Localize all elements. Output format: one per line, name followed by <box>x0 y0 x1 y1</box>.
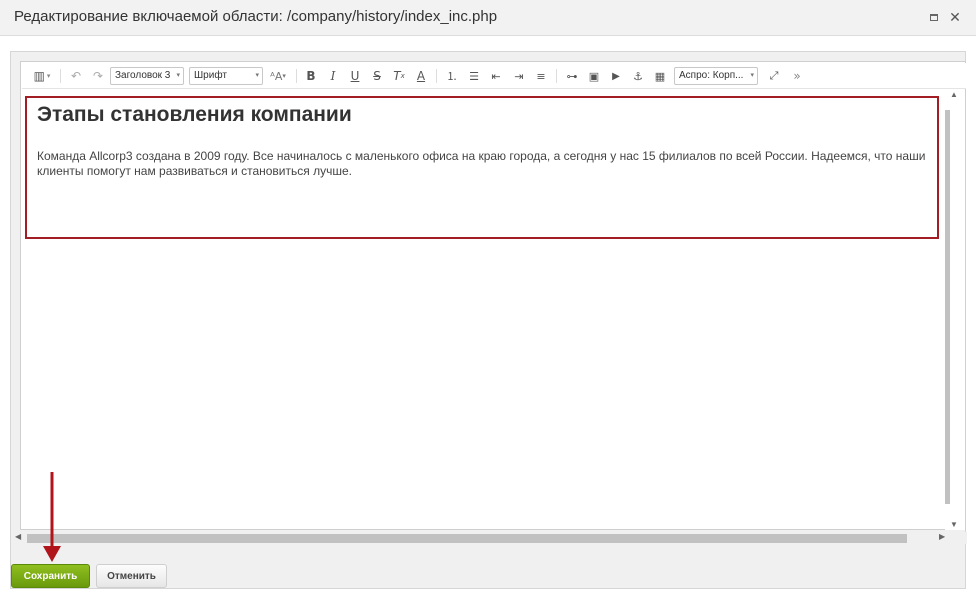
more-icon[interactable]: » <box>789 67 805 85</box>
toolbar-divider <box>60 69 61 83</box>
bold-icon[interactable]: B <box>303 67 319 85</box>
edit-include-area-dialog: Редактирование включаемой области: /comp… <box>0 0 976 596</box>
dialog-body: ▥ ▾ ↶ ↷ Заголовок 3 ▾ Шрифт ▾ ᴬA ▾ B I U S T… <box>0 37 976 589</box>
cancel-button[interactable]: Отменить <box>96 564 167 588</box>
style-select-value: Аспро: Корп... <box>679 70 744 81</box>
indent-icon[interactable]: ⇥ <box>511 67 527 85</box>
toolbar-divider <box>556 69 557 83</box>
font-select[interactable]: Шрифт ▾ <box>189 67 263 85</box>
ordered-list-icon[interactable]: ⒈ <box>444 67 460 85</box>
italic-icon[interactable]: I <box>325 67 341 85</box>
html-editor: ▥ ▾ ↶ ↷ Заголовок 3 ▾ Шрифт ▾ ᴬA ▾ B I U S T… <box>20 61 966 530</box>
toolbar-divider <box>296 69 297 83</box>
chevron-down-icon: ▾ <box>750 72 754 79</box>
vertical-scroll-thumb[interactable] <box>945 110 950 504</box>
scroll-up-icon[interactable]: ▲ <box>950 90 958 99</box>
font-size-icon[interactable]: ᴬA ▾ <box>268 67 288 85</box>
scroll-down-icon[interactable]: ▼ <box>950 520 958 529</box>
content-paragraph[interactable]: Команда Allcorp3 создана в 2009 году. Вс… <box>37 149 927 179</box>
dialog-title: Редактирование включаемой области: /comp… <box>14 8 498 25</box>
chevron-down-icon: ▾ <box>255 72 259 79</box>
horizontal-scroll-thumb[interactable] <box>27 534 907 543</box>
editor-frame: ▥ ▾ ↶ ↷ Заголовок 3 ▾ Шрифт ▾ ᴬA ▾ B I U S T… <box>10 51 967 589</box>
format-select[interactable]: Заголовок 3 ▾ <box>110 67 184 85</box>
content-block[interactable]: Этапы становления компании Команда Allco… <box>25 96 939 239</box>
dialog-titlebar: Редактирование включаемой области: /comp… <box>0 0 976 36</box>
fullscreen-icon[interactable]: ⤢ <box>766 67 782 85</box>
link-icon[interactable]: ⊶ <box>563 67 581 85</box>
toolbar-divider <box>436 69 437 83</box>
outdent-icon[interactable]: ⇤ <box>488 67 504 85</box>
image-icon[interactable]: ▣ <box>586 67 602 85</box>
font-select-value: Шрифт <box>194 70 227 81</box>
close-button[interactable]: ✕ <box>949 9 961 25</box>
underline-icon[interactable]: U <box>347 67 363 85</box>
editor-toolbar: ▥ ▾ ↶ ↷ Заголовок 3 ▾ Шрифт ▾ ᴬA ▾ B I U S T… <box>22 63 966 89</box>
view-mode-icon[interactable]: ▥ ▾ <box>30 67 54 85</box>
video-icon[interactable]: ▶ <box>608 67 624 85</box>
vertical-scrollbar[interactable]: ▲ ▼ <box>945 90 965 530</box>
redo-icon[interactable]: ↷ <box>90 67 106 85</box>
unordered-list-icon[interactable]: ☰ <box>466 67 482 85</box>
close-icon: ✕ <box>949 9 961 25</box>
format-select-value: Заголовок 3 <box>115 70 171 81</box>
maximize-button[interactable] <box>929 12 939 22</box>
strikethrough-icon[interactable]: S <box>369 67 385 85</box>
anchor-icon[interactable]: ⚓ <box>630 67 646 85</box>
chevron-down-icon: ▾ <box>176 72 180 79</box>
remove-format-icon[interactable]: Tx <box>391 67 407 85</box>
scroll-right-icon[interactable]: ▶ <box>939 532 945 541</box>
style-select[interactable]: Аспро: Корп... ▾ <box>674 67 758 85</box>
table-icon[interactable]: ▦ <box>652 67 668 85</box>
maximize-icon <box>930 13 938 21</box>
font-color-icon[interactable]: A <box>413 67 429 85</box>
content-heading[interactable]: Этапы становления компании <box>37 103 927 127</box>
undo-icon[interactable]: ↶ <box>68 67 84 85</box>
annotation-arrow-icon <box>43 472 61 562</box>
horizontal-scrollbar[interactable]: ◀ ▶ <box>11 532 967 544</box>
justify-icon[interactable]: ≡ <box>533 67 549 85</box>
save-button[interactable]: Сохранить <box>11 564 90 588</box>
scroll-left-icon[interactable]: ◀ <box>15 532 21 541</box>
